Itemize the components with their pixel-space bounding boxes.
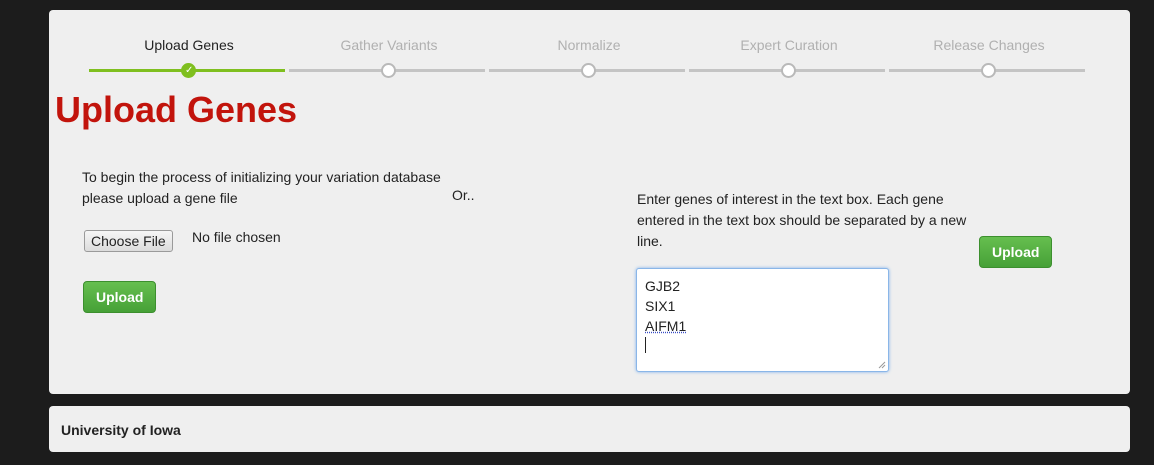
step-label: Upload Genes	[144, 37, 234, 53]
text-entry-instructions: Enter genes of interest in the text box.…	[637, 191, 967, 249]
upload-genes-button[interactable]: Upload	[979, 236, 1053, 268]
file-status: No file chosen	[192, 229, 281, 245]
step-label: Gather Variants	[340, 37, 438, 53]
step-pending-circle-icon	[781, 63, 796, 78]
gene-entry: SIX1	[645, 298, 676, 314]
gene-list: GJB2 SIX1 AIFM1	[645, 276, 686, 353]
or-separator: Or..	[452, 187, 475, 203]
upload-genes-panel: Upload Genes ✓ Gather Variants Normalize…	[49, 10, 1130, 394]
step-normalize[interactable]: Normalize	[489, 10, 689, 80]
step-pending-circle-icon	[981, 63, 996, 78]
step-label: Expert Curation	[740, 37, 838, 53]
footer-institution: University of Iowa	[61, 422, 181, 438]
step-label: Normalize	[557, 37, 621, 53]
upload-file-button[interactable]: Upload	[83, 281, 157, 313]
step-label: Release Changes	[933, 37, 1045, 53]
resize-handle-icon[interactable]	[878, 361, 886, 369]
gene-textarea[interactable]: GJB2 SIX1 AIFM1	[636, 268, 889, 372]
step-complete-check-icon: ✓	[181, 63, 196, 78]
wizard-steps: Upload Genes ✓ Gather Variants Normalize…	[89, 10, 1089, 80]
step-pending-circle-icon	[581, 63, 596, 78]
gene-entry: GJB2	[645, 278, 681, 294]
page-title: Upload Genes	[55, 89, 298, 130]
step-pending-circle-icon	[381, 63, 396, 78]
text-cursor	[645, 337, 646, 353]
choose-file-button[interactable]: Choose File	[84, 230, 173, 252]
step-expert-curation[interactable]: Expert Curation	[689, 10, 889, 80]
file-upload-instructions: To begin the process of initializing you…	[82, 169, 441, 206]
footer: University of Iowa	[49, 406, 1130, 452]
step-gather-variants[interactable]: Gather Variants	[289, 10, 489, 80]
step-release-changes[interactable]: Release Changes	[889, 10, 1089, 80]
gene-entry: AIFM1	[645, 318, 687, 334]
step-upload-genes[interactable]: Upload Genes ✓	[89, 10, 289, 80]
